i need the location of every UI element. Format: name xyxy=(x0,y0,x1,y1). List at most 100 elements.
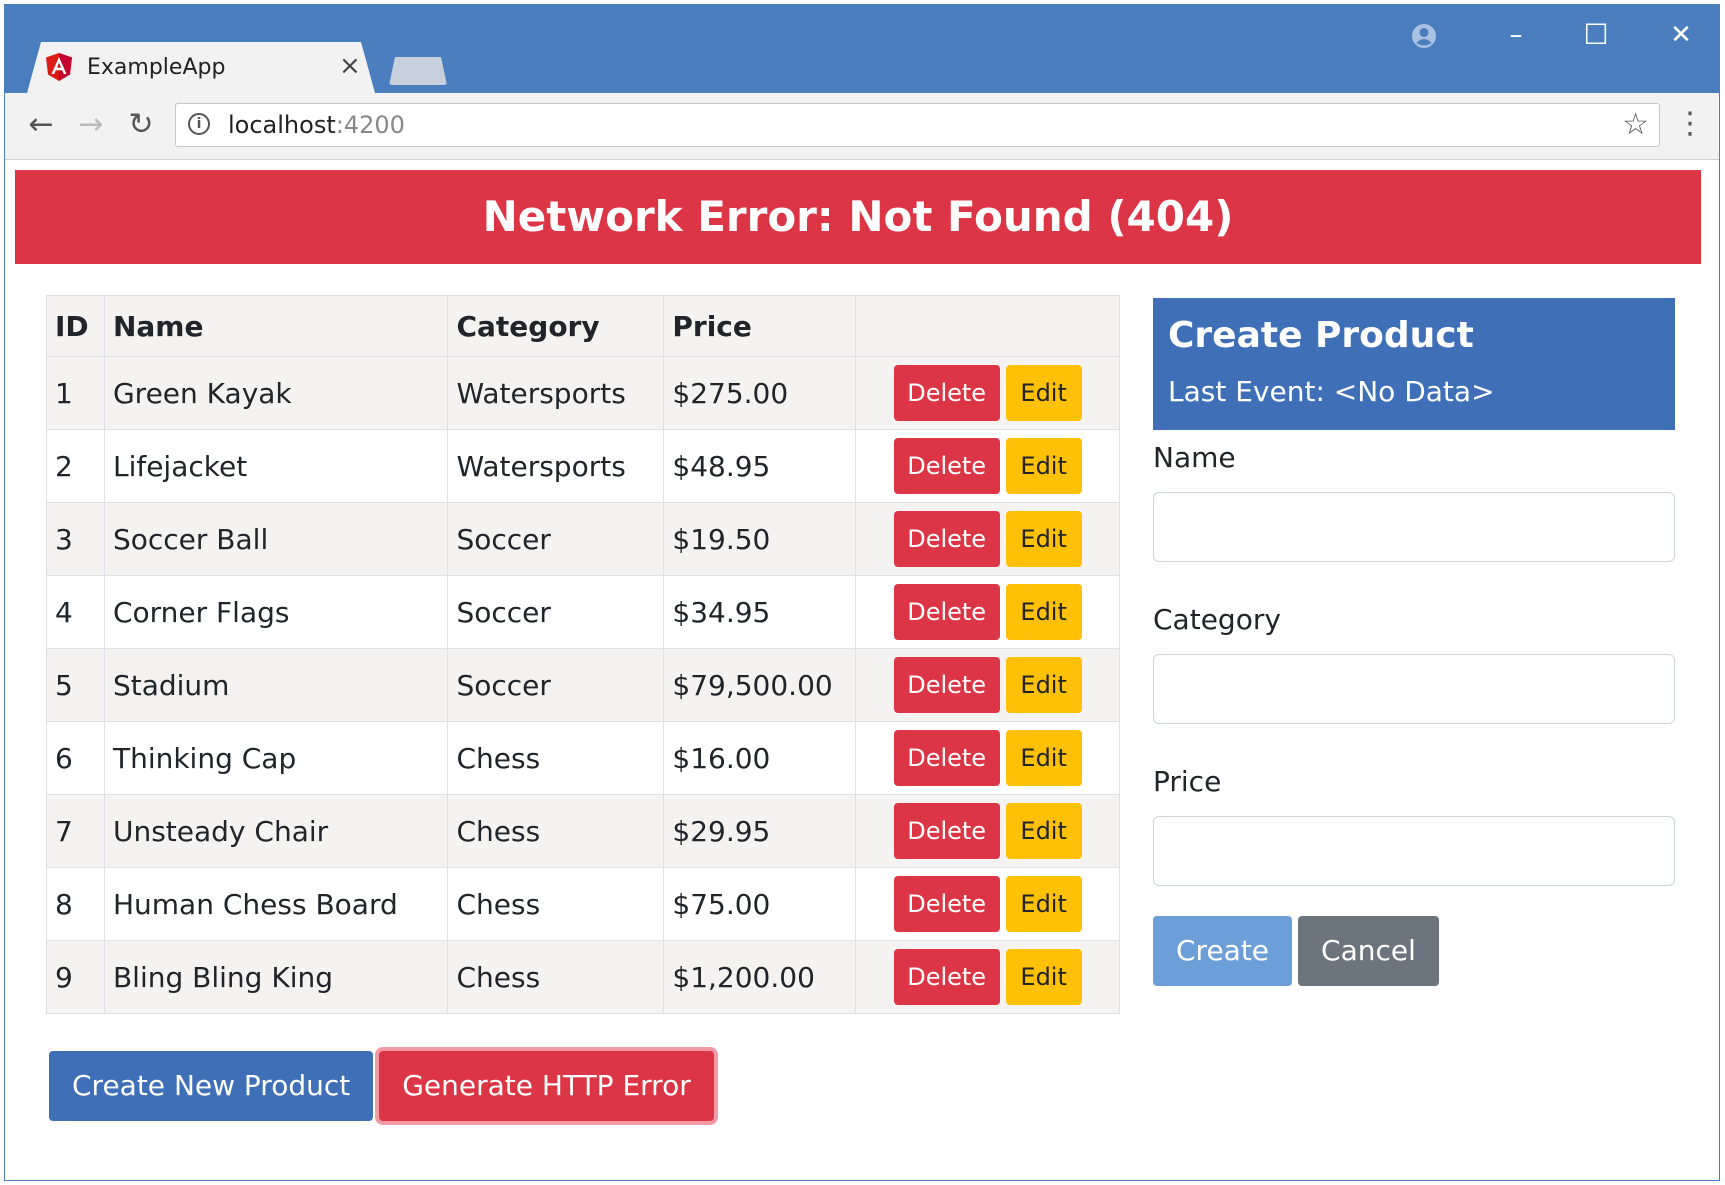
reload-icon[interactable]: ↻ xyxy=(123,107,159,143)
cell-actions: Delete Edit xyxy=(855,648,1120,722)
info-icon[interactable]: i xyxy=(188,113,210,135)
url-port: :4200 xyxy=(335,111,405,139)
generate-http-error-button[interactable]: Generate HTTP Error xyxy=(379,1051,714,1121)
header-category: Category xyxy=(447,295,665,357)
cell-category: Soccer xyxy=(447,648,665,722)
url-text[interactable]: localhost:4200 xyxy=(228,111,405,139)
cell-price: $34.95 xyxy=(663,575,857,649)
name-input[interactable] xyxy=(1153,492,1675,562)
name-label: Name xyxy=(1153,441,1236,474)
minimize-icon[interactable]: – xyxy=(1496,15,1536,55)
account-icon[interactable] xyxy=(1409,21,1439,51)
cell-name: Green Kayak xyxy=(103,356,449,430)
table-header-row: ID Name Category Price xyxy=(46,295,1120,357)
cell-category: Soccer xyxy=(447,575,665,649)
cell-price: $19.50 xyxy=(663,502,857,576)
edit-button[interactable]: Edit xyxy=(1005,949,1082,1005)
price-label: Price xyxy=(1153,765,1222,798)
cell-price: $48.95 xyxy=(663,429,857,503)
create-button[interactable]: Create xyxy=(1153,916,1293,986)
cell-id: 4 xyxy=(46,575,105,649)
delete-button[interactable]: Delete xyxy=(893,657,1000,713)
table-row: 8 Human Chess Board Chess $75.00 Delete Edit xyxy=(46,867,1120,941)
delete-button[interactable]: Delete xyxy=(893,949,1000,1005)
table-row: 7 Unsteady Chair Chess $29.95 Delete Edit xyxy=(46,794,1120,868)
table-row: 9 Bling Bling King Chess $1,200.00 Delete Edi… xyxy=(46,940,1120,1014)
header-name: Name xyxy=(103,295,449,357)
browser-tab[interactable]: ExampleApp × xyxy=(27,42,375,93)
cell-id: 5 xyxy=(46,648,105,722)
price-input[interactable] xyxy=(1153,816,1675,886)
close-window-icon[interactable]: ✕ xyxy=(1661,15,1701,55)
cell-id: 2 xyxy=(46,429,105,503)
cell-name: Thinking Cap xyxy=(103,721,449,795)
bottom-button-group: Create New Product Generate HTTP Error xyxy=(49,1051,714,1121)
cell-category: Chess xyxy=(447,940,665,1014)
cell-name: Stadium xyxy=(103,648,449,722)
cell-id: 1 xyxy=(46,356,105,430)
address-bar[interactable]: i localhost:4200 ☆ xyxy=(175,103,1660,147)
cell-name: Bling Bling King xyxy=(103,940,449,1014)
cell-name: Soccer Ball xyxy=(103,502,449,576)
delete-button[interactable]: Delete xyxy=(893,438,1000,494)
cell-price: $79,500.00 xyxy=(663,648,857,722)
cell-price: $16.00 xyxy=(663,721,857,795)
edit-button[interactable]: Edit xyxy=(1005,365,1082,421)
cell-actions: Delete Edit xyxy=(855,721,1120,795)
tab-close-icon[interactable]: × xyxy=(339,52,361,80)
title-bar: ExampleApp × – ☐ ✕ xyxy=(5,5,1719,93)
cell-actions: Delete Edit xyxy=(855,356,1120,430)
forward-icon[interactable]: → xyxy=(73,107,109,143)
cell-category: Soccer xyxy=(447,502,665,576)
table-row: 6 Thinking Cap Chess $16.00 Delete Edit xyxy=(46,721,1120,795)
cell-category: Watersports xyxy=(447,429,665,503)
edit-button[interactable]: Edit xyxy=(1005,803,1082,859)
delete-button[interactable]: Delete xyxy=(893,584,1000,640)
tab-title: ExampleApp xyxy=(87,55,226,80)
cell-name: Human Chess Board xyxy=(103,867,449,941)
cell-price: $75.00 xyxy=(663,867,857,941)
edit-button[interactable]: Edit xyxy=(1005,657,1082,713)
header-actions xyxy=(855,295,1120,357)
browser-menu-icon[interactable]: ⋮ xyxy=(1675,105,1705,143)
cell-category: Chess xyxy=(447,794,665,868)
cancel-button[interactable]: Cancel xyxy=(1298,916,1439,986)
maximize-icon[interactable]: ☐ xyxy=(1576,15,1616,55)
table-row: 3 Soccer Ball Soccer $19.50 Delete Edit xyxy=(46,502,1120,576)
table-row: 1 Green Kayak Watersports $275.00 Delete Edit xyxy=(46,356,1120,430)
bookmark-star-icon[interactable]: ☆ xyxy=(1622,108,1649,142)
cell-id: 6 xyxy=(46,721,105,795)
delete-button[interactable]: Delete xyxy=(893,730,1000,786)
cell-category: Chess xyxy=(447,721,665,795)
delete-button[interactable]: Delete xyxy=(893,511,1000,567)
category-input[interactable] xyxy=(1153,654,1675,724)
header-id: ID xyxy=(46,295,105,357)
cell-actions: Delete Edit xyxy=(855,867,1120,941)
table-row: 4 Corner Flags Soccer $34.95 Delete Edit xyxy=(46,575,1120,649)
edit-button[interactable]: Edit xyxy=(1005,438,1082,494)
cell-category: Chess xyxy=(447,867,665,941)
cell-name: Unsteady Chair xyxy=(103,794,449,868)
category-label: Category xyxy=(1153,603,1281,636)
form-title: Create Product xyxy=(1168,315,1474,356)
delete-button[interactable]: Delete xyxy=(893,803,1000,859)
cell-price: $275.00 xyxy=(663,356,857,430)
cell-price: $1,200.00 xyxy=(663,940,857,1014)
delete-button[interactable]: Delete xyxy=(893,365,1000,421)
error-banner: Network Error: Not Found (404) xyxy=(15,170,1701,264)
create-new-product-button[interactable]: Create New Product xyxy=(49,1051,374,1121)
edit-button[interactable]: Edit xyxy=(1005,584,1082,640)
cell-price: $29.95 xyxy=(663,794,857,868)
header-price: Price xyxy=(663,295,857,357)
table-row: 5 Stadium Soccer $79,500.00 Delete Edit xyxy=(46,648,1120,722)
back-icon[interactable]: ← xyxy=(23,107,59,143)
cell-id: 7 xyxy=(46,794,105,868)
edit-button[interactable]: Edit xyxy=(1005,730,1082,786)
form-actions: Create Cancel xyxy=(1153,916,1675,986)
table-body: 1 Green Kayak Watersports $275.00 Delete Edit… xyxy=(46,356,1120,1014)
new-tab-button[interactable] xyxy=(389,57,447,85)
delete-button[interactable]: Delete xyxy=(893,876,1000,932)
cell-actions: Delete Edit xyxy=(855,502,1120,576)
edit-button[interactable]: Edit xyxy=(1005,511,1082,567)
edit-button[interactable]: Edit xyxy=(1005,876,1082,932)
